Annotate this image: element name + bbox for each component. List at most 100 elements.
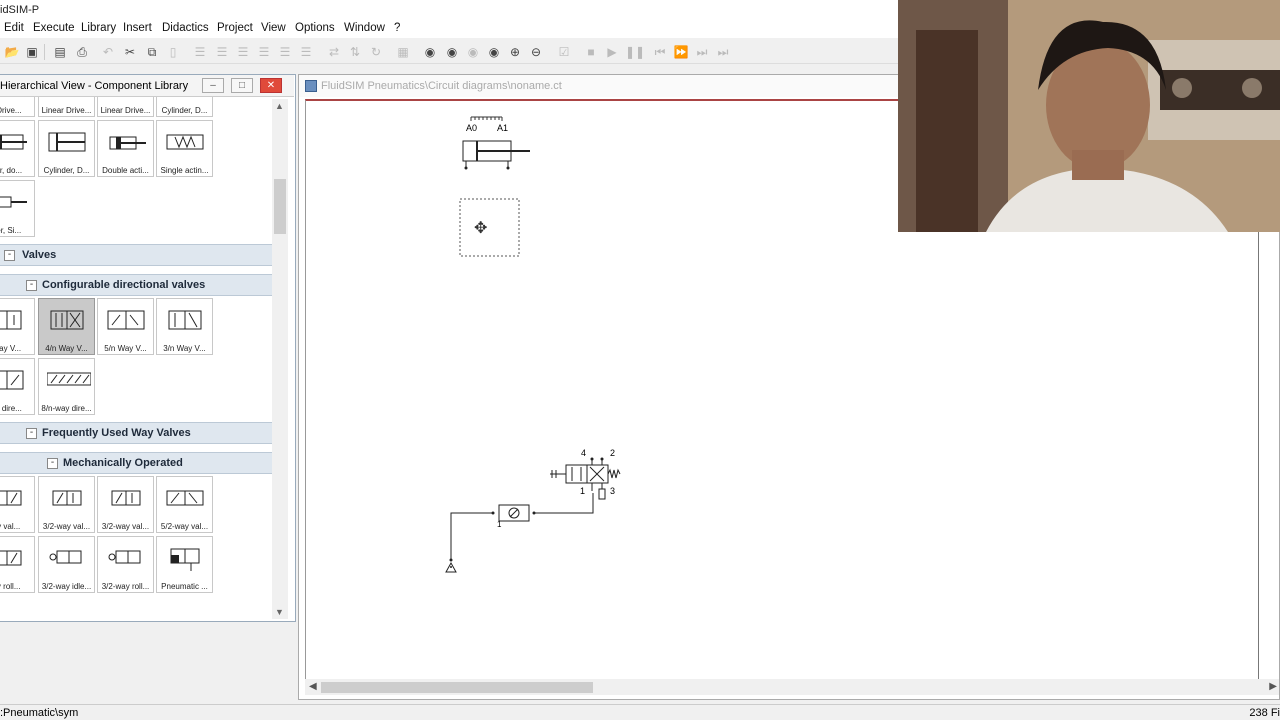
valve-tile[interactable]: ay val... xyxy=(0,476,35,533)
check-icon[interactable]: ☑ xyxy=(556,44,572,60)
close-button[interactable]: ✕ xyxy=(260,78,282,93)
collapse-icon[interactable]: - xyxy=(26,280,37,291)
selection-box[interactable]: ✥ xyxy=(459,198,520,257)
scroll-right-icon[interactable]: ▶ xyxy=(1269,681,1277,692)
align-center-icon[interactable]: ☰ xyxy=(214,44,230,60)
undo-icon[interactable]: ↶ xyxy=(100,44,116,60)
valve-tile[interactable]: 3/2-way val... xyxy=(38,476,95,533)
collapse-icon[interactable]: - xyxy=(26,428,37,439)
component-tile[interactable]: r Drive... xyxy=(0,97,35,117)
scroll-down-icon[interactable]: ▼ xyxy=(275,607,284,617)
menu-library[interactable]: Library xyxy=(81,22,116,34)
valve-tile[interactable]: 3/2-way val... xyxy=(97,476,154,533)
collapse-icon[interactable]: - xyxy=(4,250,15,261)
svg-text:✥: ✥ xyxy=(474,220,487,237)
valve-tile[interactable]: 3/2-way idle... xyxy=(38,536,95,593)
cylinder-tile[interactable]: der, do... xyxy=(0,120,35,177)
component-tile[interactable]: Linear Drive... xyxy=(97,97,154,117)
component-tile[interactable]: Cylinder, D... xyxy=(156,97,213,117)
save-icon[interactable]: ▣ xyxy=(24,44,40,60)
scroll-thumb[interactable] xyxy=(321,682,593,693)
minimize-button[interactable]: – xyxy=(202,78,224,93)
zoom-out-icon[interactable]: ⊖ xyxy=(528,44,544,60)
circuit-title: FluidSIM Pneumatics\Circuit diagrams\non… xyxy=(321,80,562,92)
cylinder-tile[interactable]: Double acti... xyxy=(97,120,154,177)
status-bar: :Pneumatic\sym 238 Fi xyxy=(0,704,1280,720)
valve-tile[interactable]: Way V... xyxy=(0,298,35,355)
run-to-end-icon[interactable]: ⏭ xyxy=(715,44,731,60)
scroll-up-icon[interactable]: ▲ xyxy=(275,101,284,111)
pause-icon[interactable]: ❚❚ xyxy=(625,44,645,60)
valve-tile[interactable]: 8/n-way dire... xyxy=(38,358,95,415)
align-top-icon[interactable]: ☰ xyxy=(256,44,272,60)
menu-project[interactable]: Project xyxy=(217,22,253,34)
category-mechanically-operated[interactable]: - Mechanically Operated xyxy=(0,452,272,474)
mech-valve-icon xyxy=(52,490,82,506)
service-unit-component[interactable]: 1 xyxy=(491,504,536,529)
zoom-fit-icon[interactable]: ◉ xyxy=(422,44,438,60)
cut-icon[interactable]: ✂ xyxy=(122,44,138,60)
cylinder-symbol-icon xyxy=(48,132,86,152)
copy-icon[interactable]: ⧉ xyxy=(144,44,160,60)
valve-tile[interactable]: ay roll... xyxy=(0,536,35,593)
roller-valve-icon xyxy=(108,550,141,564)
reset-icon[interactable]: ⏮ xyxy=(652,44,668,60)
menu-view[interactable]: View xyxy=(261,22,286,34)
flip-horizontal-icon[interactable]: ⇄ xyxy=(326,44,342,60)
step-icon[interactable]: ⏩ xyxy=(673,44,689,60)
open-icon[interactable]: 📂 xyxy=(4,44,20,60)
align-middle-icon[interactable]: ☰ xyxy=(277,44,293,60)
menu-window[interactable]: Window xyxy=(344,22,385,34)
valve-tile[interactable]: 3/n Way V... xyxy=(156,298,213,355)
cylinder-component[interactable]: A0 A1 xyxy=(462,116,530,170)
mech-valve-icon xyxy=(0,490,22,506)
collapse-icon[interactable]: - xyxy=(47,458,58,469)
print-preview-icon[interactable]: ▤ xyxy=(52,44,68,60)
menu-execute[interactable]: Execute xyxy=(33,22,75,34)
status-path: :Pneumatic\sym xyxy=(0,707,79,719)
valve-tile-selected[interactable]: 4/n Way V... xyxy=(38,298,95,355)
category-frequently-used-way-valves[interactable]: - Frequently Used Way Valves xyxy=(0,422,272,444)
valve-tile[interactable]: 5/n Way V... xyxy=(97,298,154,355)
library-scrollbar[interactable]: ▲ ▼ xyxy=(272,99,288,619)
valve-tile[interactable]: ay dire... xyxy=(0,358,35,415)
valve-tile[interactable]: Pneumatic ... xyxy=(156,536,213,593)
align-right-icon[interactable]: ☰ xyxy=(235,44,251,60)
cylinder-tile[interactable]: Cylinder, D... xyxy=(38,120,95,177)
valve-tile[interactable]: 5/2-way val... xyxy=(156,476,213,533)
zoom-window-icon[interactable]: ◉ xyxy=(444,44,460,60)
directional-valve-component[interactable]: 4 2 1 3 xyxy=(550,448,621,500)
flip-vertical-icon[interactable]: ⇅ xyxy=(347,44,363,60)
rotate-icon[interactable]: ↻ xyxy=(368,44,384,60)
paste-icon[interactable]: ▯ xyxy=(165,44,181,60)
pressure-source-component[interactable] xyxy=(445,558,457,573)
scroll-left-icon[interactable]: ◀ xyxy=(309,681,317,692)
component-tile[interactable]: Linear Drive... xyxy=(38,97,95,117)
grid-icon[interactable]: ▦ xyxy=(395,44,411,60)
print-icon[interactable]: ⎙ xyxy=(74,44,90,60)
scroll-thumb[interactable] xyxy=(274,179,286,234)
port-label-2: 2 xyxy=(610,448,615,458)
align-left-icon[interactable]: ☰ xyxy=(192,44,208,60)
step-forward-icon[interactable]: ⏭ xyxy=(694,44,710,60)
cylinder-tile[interactable]: der, Si... xyxy=(0,180,35,237)
zoom-in-icon[interactable]: ⊕ xyxy=(507,44,523,60)
zoom-previous-icon[interactable]: ◉ xyxy=(465,44,481,60)
menu-didactics[interactable]: Didactics xyxy=(162,22,209,34)
menu-edit[interactable]: Edit xyxy=(4,22,24,34)
align-bottom-icon[interactable]: ☰ xyxy=(298,44,314,60)
play-icon[interactable]: ▶ xyxy=(604,44,620,60)
maximize-button[interactable]: □ xyxy=(231,78,253,93)
zoom-all-icon[interactable]: ◉ xyxy=(486,44,502,60)
category-valves[interactable]: - Valves xyxy=(0,244,272,266)
source-port-label: 1 xyxy=(497,520,502,529)
menu-options[interactable]: Options xyxy=(295,22,335,34)
category-configurable-directional-valves[interactable]: - Configurable directional valves xyxy=(0,274,272,296)
3n-way-valve-icon xyxy=(168,310,202,330)
menu-help[interactable]: ? xyxy=(394,22,400,34)
cylinder-tile[interactable]: Single actin... xyxy=(156,120,213,177)
circuit-horizontal-scrollbar[interactable]: ◀ ▶ xyxy=(305,679,1279,695)
stop-icon[interactable]: ■ xyxy=(583,44,599,60)
valve-tile[interactable]: 3/2-way roll... xyxy=(97,536,154,593)
menu-insert[interactable]: Insert xyxy=(123,22,152,34)
